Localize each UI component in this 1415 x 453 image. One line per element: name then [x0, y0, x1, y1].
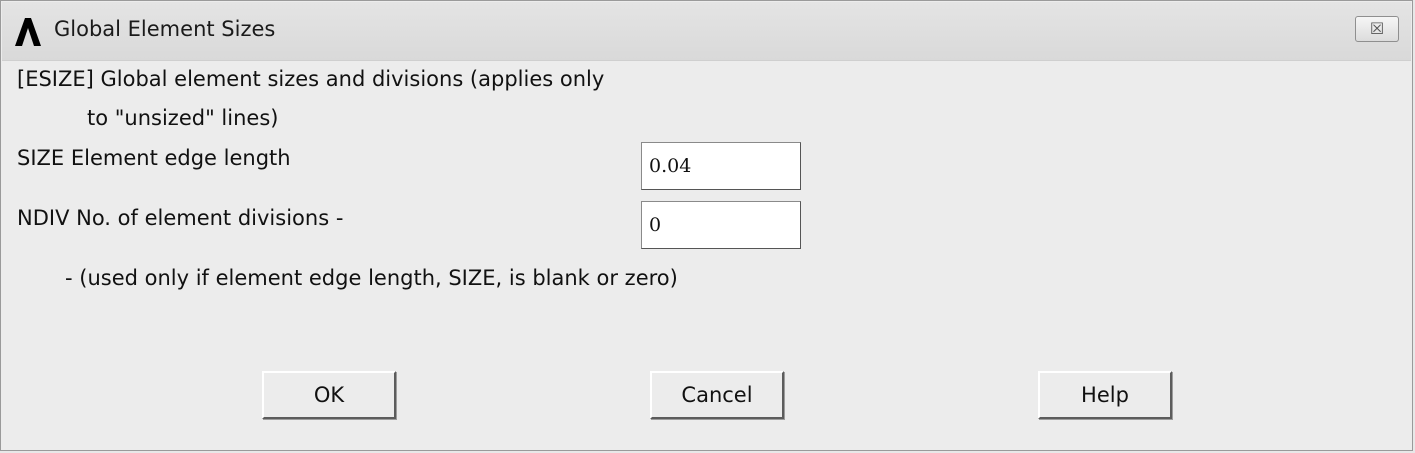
size-input[interactable]	[641, 142, 801, 190]
ndiv-input[interactable]	[641, 201, 801, 249]
ndiv-note: - (used only if element edge length, SIZ…	[65, 266, 678, 290]
close-button[interactable]: ☒	[1355, 16, 1399, 42]
ansys-logo-icon	[15, 18, 41, 46]
window-title: Global Element Sizes	[54, 17, 276, 41]
description-line-2: to "unsized" lines)	[87, 106, 279, 130]
ndiv-label: NDIV No. of element divisions -	[17, 206, 344, 230]
size-label: SIZE Element edge length	[17, 146, 291, 170]
description-line-1: [ESIZE] Global element sizes and divisio…	[17, 67, 605, 91]
help-button[interactable]: Help	[1038, 371, 1172, 419]
dialog-window: Global Element Sizes ☒ [ESIZE] Global el…	[0, 0, 1413, 451]
close-icon: ☒	[1369, 19, 1385, 38]
ok-button[interactable]: OK	[262, 371, 396, 419]
title-bar[interactable]: Global Element Sizes ☒	[2, 2, 1411, 61]
cancel-button[interactable]: Cancel	[650, 371, 784, 419]
